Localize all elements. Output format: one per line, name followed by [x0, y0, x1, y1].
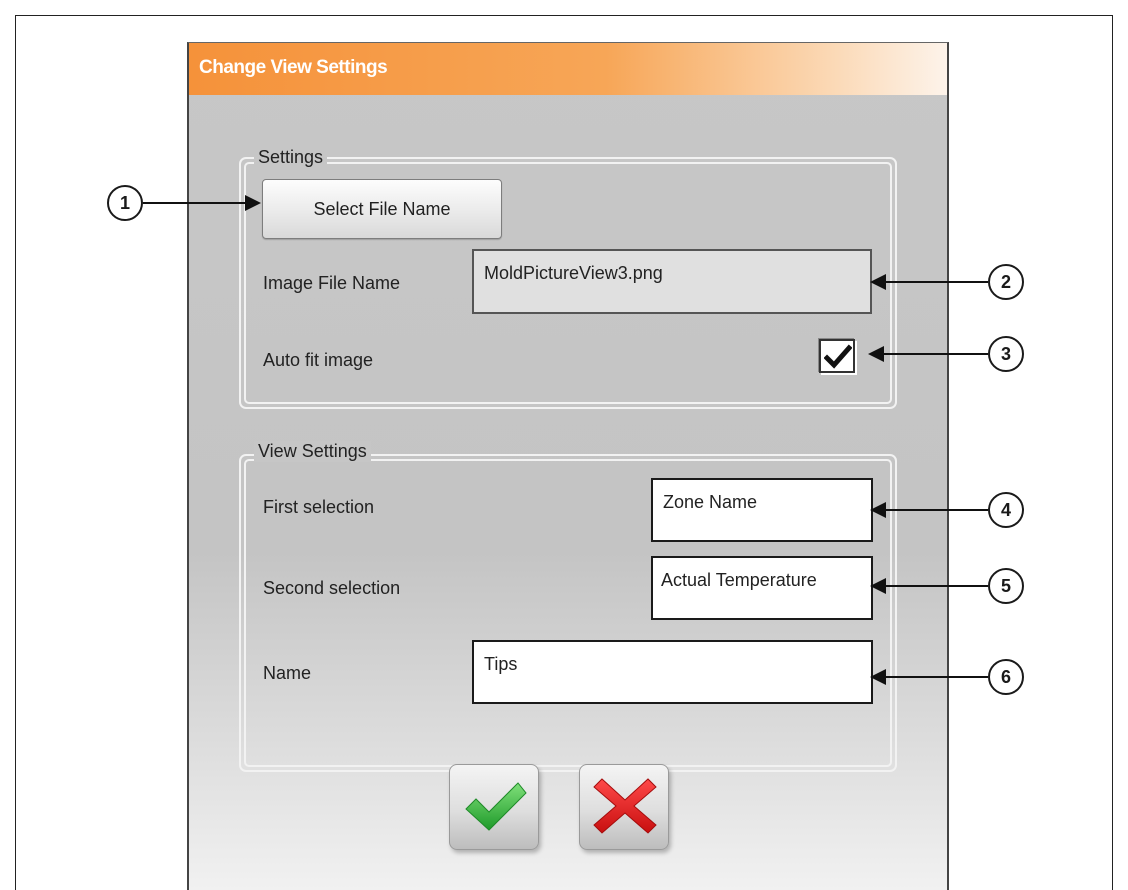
callout-2: 2 — [988, 264, 1024, 300]
callout-3: 3 — [988, 336, 1024, 372]
callout-5: 5 — [988, 568, 1024, 604]
callout-4: 4 — [988, 492, 1024, 528]
callout-leader-lines — [143, 195, 988, 685]
settings-group-legend: Settings — [254, 147, 328, 168]
view-settings-group-legend: View Settings — [254, 441, 371, 462]
callout-1: 1 — [107, 185, 143, 221]
callout-6: 6 — [988, 659, 1024, 695]
